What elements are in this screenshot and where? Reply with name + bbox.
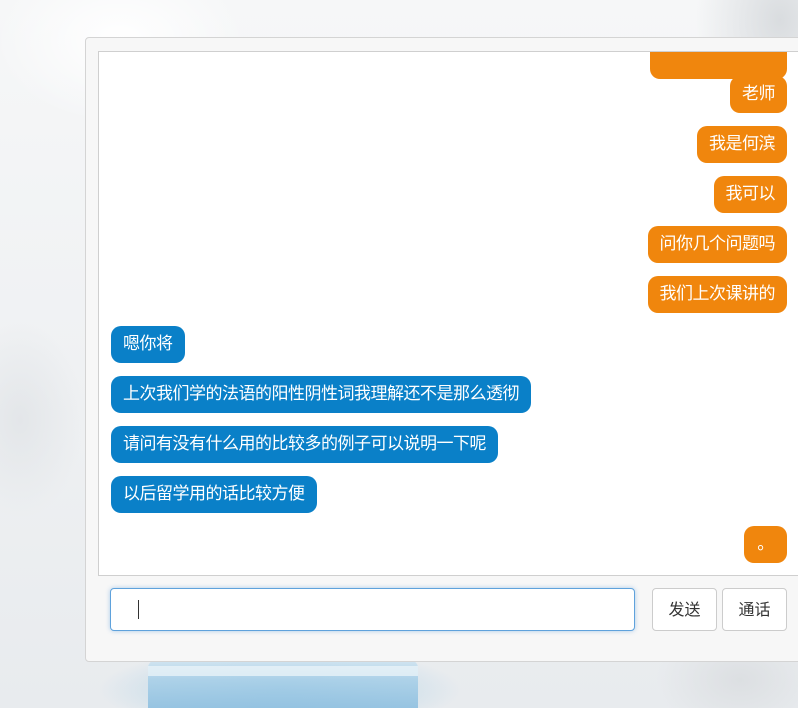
background-jar-rim — [148, 666, 418, 676]
message-bubble-outgoing: 老师 — [730, 76, 787, 113]
text-caret — [138, 600, 139, 619]
message-bubble-outgoing: 问你几个问题吗 — [647, 226, 787, 263]
message-bubble-outgoing: 。 — [744, 526, 787, 563]
message-list[interactable]: 老师 我是何滨 我可以 问你几个问题吗 我们上次课讲的 嗯你将 上次我们学的法语… — [98, 51, 798, 576]
message-bubble-outgoing: 我可以 — [713, 176, 787, 213]
message-bubble-incoming: 上次我们学的法语的阳性阴性词我理解还不是那么透彻 — [111, 376, 531, 413]
message-bubble-incoming: 嗯你将 — [111, 326, 185, 363]
message-bubble-outgoing: 我是何滨 — [697, 126, 787, 163]
message-input[interactable] — [110, 588, 635, 631]
message-bubble-outgoing: 我们上次课讲的 — [647, 276, 787, 313]
send-button[interactable]: 发送 — [652, 588, 717, 631]
message-bubble-incoming: 请问有没有什么用的比较多的例子可以说明一下呢 — [111, 426, 498, 463]
message-bubble-incoming: 以后留学用的话比较方便 — [111, 476, 317, 513]
call-button[interactable]: 通话 — [722, 588, 787, 631]
message-bubble-outgoing — [650, 52, 787, 79]
